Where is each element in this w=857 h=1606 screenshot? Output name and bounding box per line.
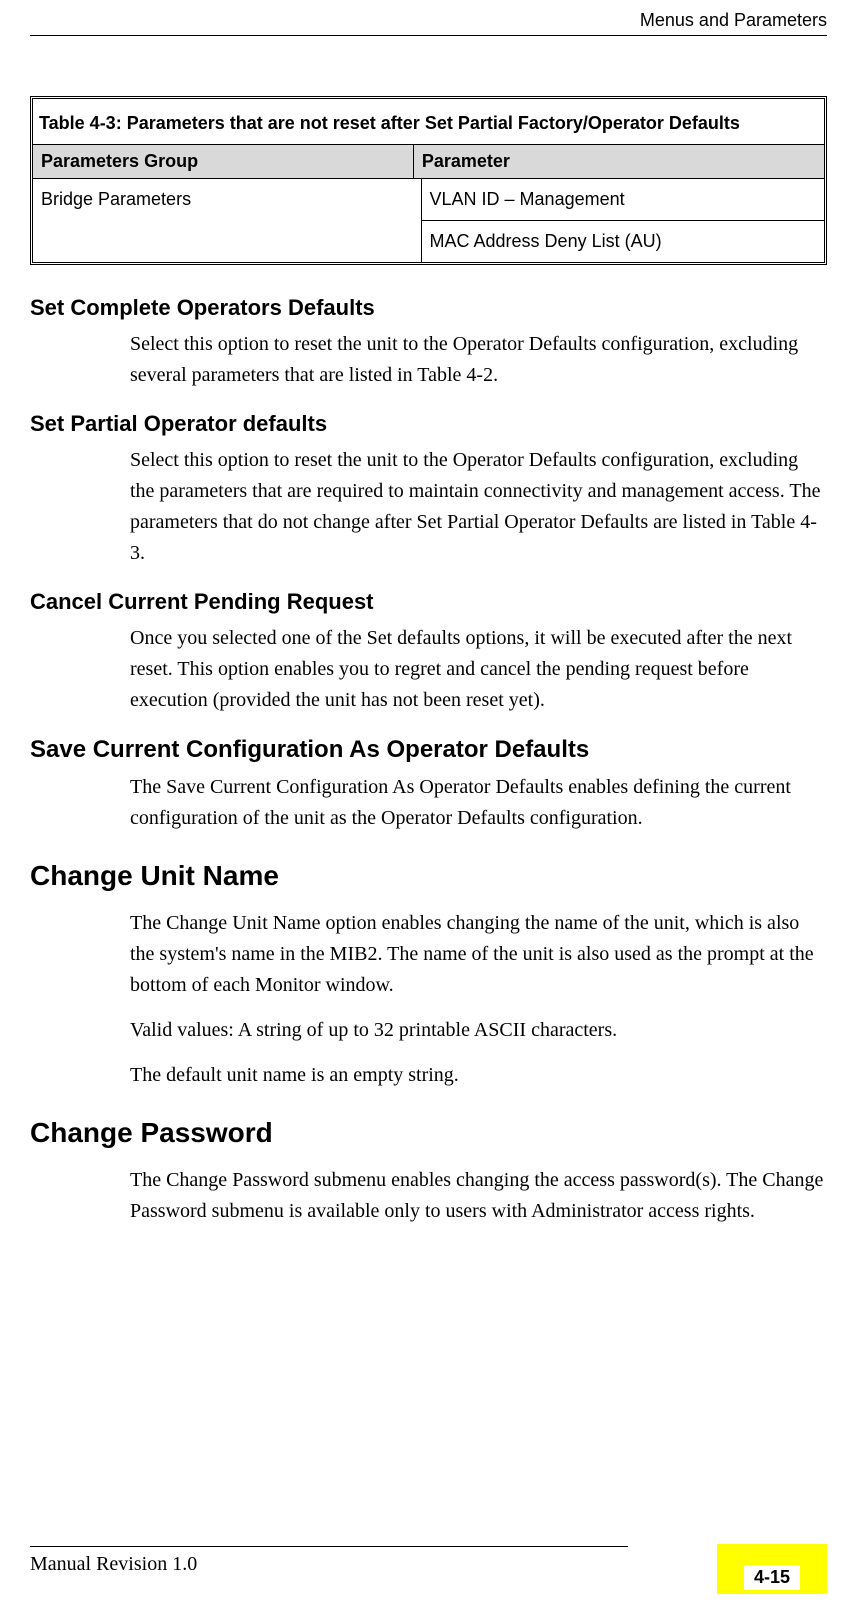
heading-change-unit-name: Change Unit Name [30, 860, 827, 892]
heading-change-password: Change Password [30, 1117, 827, 1149]
body-change-password: The Change Password submenu enables chan… [130, 1165, 827, 1227]
body-cancel-current-pending-request: Once you selected one of the Set default… [130, 623, 827, 716]
table-body: Bridge Parameters VLAN ID – Management M… [33, 179, 824, 262]
body-change-unit-name-3: The default unit name is an empty string… [130, 1060, 827, 1091]
table-cell-bridge-parameters: Bridge Parameters [33, 179, 422, 262]
footer-rule [30, 1546, 628, 1547]
heading-cancel-current-pending-request: Cancel Current Pending Request [30, 589, 827, 615]
table-header-parameters-group: Parameters Group [33, 145, 414, 179]
table-cell-parameter-list: VLAN ID – Management MAC Address Deny Li… [422, 179, 824, 262]
running-header: Menus and Parameters [30, 10, 827, 36]
page: Menus and Parameters Table 4-3: Paramete… [0, 0, 857, 1606]
heading-save-current-config-as-operator-defaults: Save Current Configuration As Operator D… [30, 736, 827, 764]
heading-set-partial-operator-defaults: Set Partial Operator defaults [30, 411, 827, 437]
table-title: Table 4-3: Parameters that are not reset… [33, 99, 824, 145]
body-set-partial-operator-defaults: Select this option to reset the unit to … [130, 445, 827, 569]
table-header-parameter: Parameter [414, 145, 824, 179]
body-change-unit-name-2: Valid values: A string of up to 32 print… [130, 1015, 827, 1046]
table-cell-vlan-id: VLAN ID – Management [422, 179, 824, 220]
table-cell-mac-deny: MAC Address Deny List (AU) [422, 220, 824, 262]
table-4-3: Table 4-3: Parameters that are not reset… [30, 96, 827, 265]
body-set-complete-operators-defaults: Select this option to reset the unit to … [130, 329, 827, 391]
page-number-box: 4-15 [717, 1544, 827, 1594]
footer-revision: Manual Revision 1.0 [30, 1553, 827, 1576]
heading-set-complete-operators-defaults: Set Complete Operators Defaults [30, 295, 827, 321]
body-save-current-config-as-operator-defaults: The Save Current Configuration As Operat… [130, 772, 827, 834]
page-number: 4-15 [744, 1565, 800, 1590]
table-header-row: Parameters Group Parameter [33, 145, 824, 179]
body-change-unit-name-1: The Change Unit Name option enables chan… [130, 908, 827, 1001]
footer: Manual Revision 1.0 4-15 [30, 1546, 827, 1576]
